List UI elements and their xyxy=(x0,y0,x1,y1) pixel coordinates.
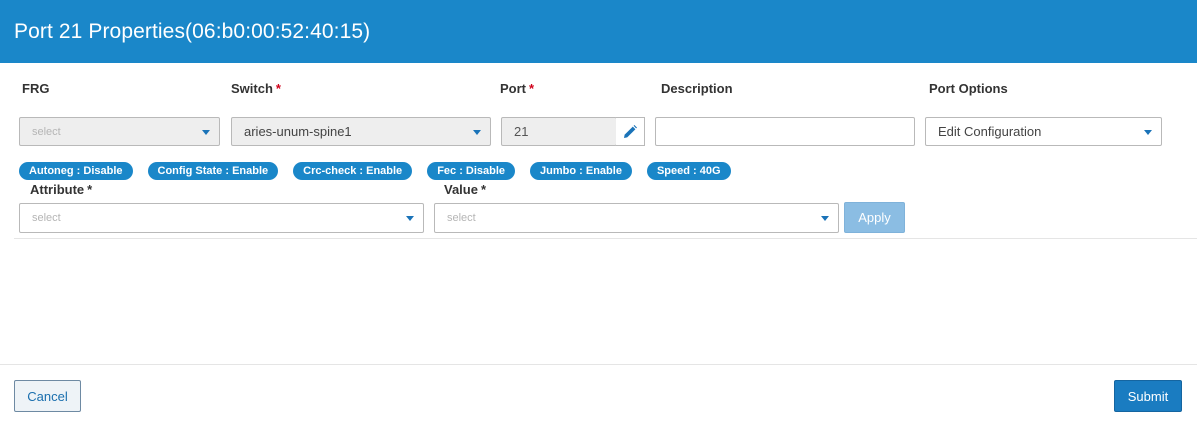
value-label: Value * xyxy=(444,182,486,197)
attribute-label: Attribute * xyxy=(30,182,92,197)
tag-fec: Fec : Disable xyxy=(427,162,516,180)
description-input[interactable] xyxy=(655,117,915,146)
description-label: Description xyxy=(661,81,733,96)
frg-label: FRG xyxy=(22,81,49,96)
chevron-down-icon xyxy=(406,216,414,221)
frg-placeholder: select xyxy=(32,125,61,138)
required-mark: * xyxy=(275,81,281,96)
edit-port-button[interactable] xyxy=(616,117,645,146)
switch-select[interactable]: aries-unum-spine1 xyxy=(231,117,491,146)
port-label: Port * xyxy=(500,81,534,96)
chevron-down-icon xyxy=(821,216,829,221)
tag-autoneg: Autoneg : Disable xyxy=(19,162,133,180)
frg-label-text: FRG xyxy=(22,81,50,96)
port-value: 21 xyxy=(514,124,529,139)
footer-divider xyxy=(0,364,1197,365)
port-options-label-text: Port Options xyxy=(929,81,1008,96)
pencil-icon xyxy=(624,124,637,138)
attribute-select[interactable]: select xyxy=(19,203,424,233)
divider xyxy=(14,238,1197,239)
switch-value: aries-unum-spine1 xyxy=(244,124,352,139)
required-mark: * xyxy=(480,182,487,197)
value-placeholder: select xyxy=(447,212,476,224)
tag-jumbo: Jumbo : Enable xyxy=(530,162,632,180)
port-options-value: Edit Configuration xyxy=(938,124,1042,139)
cancel-button[interactable]: Cancel xyxy=(14,380,81,412)
chevron-down-icon xyxy=(1144,130,1152,135)
apply-button[interactable]: Apply xyxy=(844,202,905,233)
submit-button[interactable]: Submit xyxy=(1114,380,1182,412)
tag-crc-check: Crc-check : Enable xyxy=(293,162,413,180)
port-label-text: Port xyxy=(500,81,526,96)
frg-select[interactable]: select xyxy=(19,117,220,146)
switch-label: Switch * xyxy=(231,81,281,96)
value-label-text: Value xyxy=(444,182,478,197)
tag-config-state: Config State : Enable xyxy=(147,162,279,180)
required-mark: * xyxy=(87,182,93,197)
attribute-label-text: Attribute xyxy=(30,182,85,197)
description-label-text: Description xyxy=(661,81,733,96)
value-select[interactable]: select xyxy=(434,203,839,233)
dialog-header: Port 21 Properties(06:b0:00:52:40:15) xyxy=(0,0,1197,63)
attribute-placeholder: select xyxy=(32,212,61,224)
chevron-down-icon xyxy=(202,130,210,135)
attribute-tags: Autoneg : Disable Config State : Enable … xyxy=(19,162,731,180)
dialog-title: Port 21 Properties(06:b0:00:52:40:15) xyxy=(14,19,371,43)
switch-label-text: Switch xyxy=(231,81,273,96)
port-options-label: Port Options xyxy=(929,81,1008,96)
chevron-down-icon xyxy=(473,130,481,135)
required-mark: * xyxy=(529,81,535,96)
port-options-select[interactable]: Edit Configuration xyxy=(925,117,1162,146)
tag-speed: Speed : 40G xyxy=(646,162,731,180)
port-input: 21 xyxy=(501,117,617,146)
